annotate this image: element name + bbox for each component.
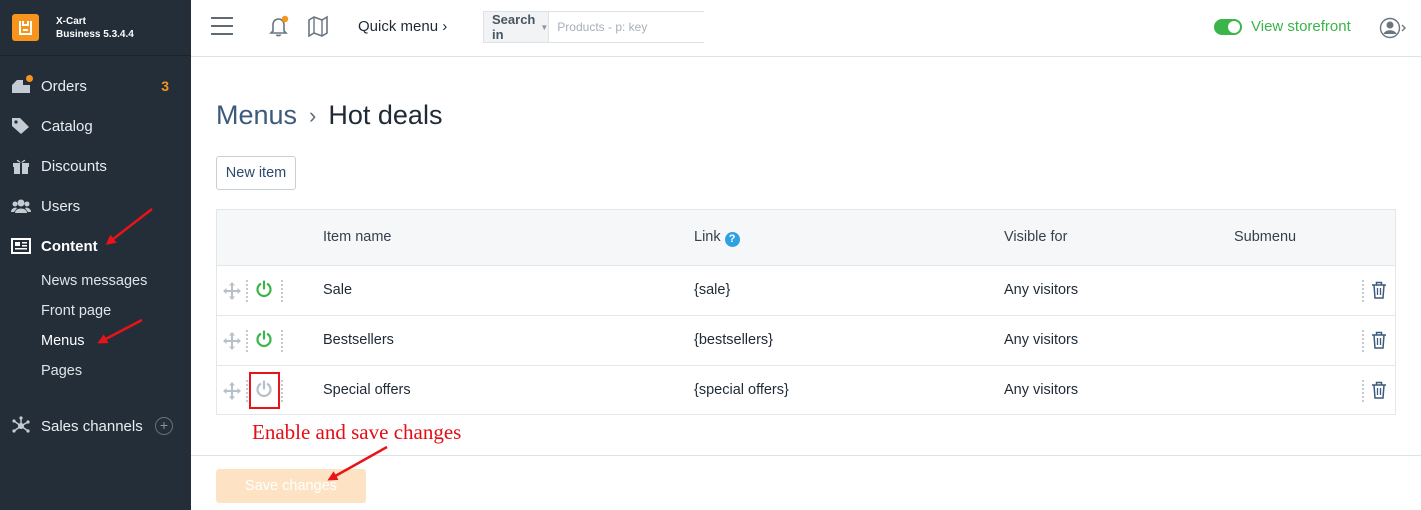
brand[interactable]: X-Cart Business 5.3.4.4: [0, 0, 191, 56]
sidebar-item-users[interactable]: Users: [0, 186, 191, 226]
column-link-label: Link: [694, 229, 721, 245]
table-row: Sale {sale} Any visitors: [217, 266, 1395, 316]
bell-icon[interactable]: [268, 15, 290, 42]
sidebar-subitem-news-messages[interactable]: News messages: [0, 266, 191, 296]
drag-handle-icon[interactable]: [223, 382, 241, 404]
xcart-logo-icon: [12, 14, 39, 41]
divider: [281, 330, 283, 352]
sidebar-item-label: Content: [41, 237, 98, 255]
table-row: Special offers {special offers} Any visi…: [217, 366, 1395, 416]
sidebar-item-orders[interactable]: Orders 3: [0, 66, 191, 106]
sidebar-item-sales-channels[interactable]: Sales channels +: [0, 406, 191, 446]
search-in-label: Search in: [492, 12, 536, 42]
table-row: Bestsellers {bestsellers} Any visitors: [217, 316, 1395, 366]
quick-menu-button[interactable]: Quick menu ›: [358, 18, 447, 35]
trash-icon[interactable]: [1371, 281, 1387, 303]
annotation-text: Enable and save changes: [252, 420, 462, 444]
sidebar-item-label: Sales channels: [41, 417, 143, 435]
map-icon[interactable]: [307, 15, 329, 42]
drag-handle-icon[interactable]: [223, 282, 241, 304]
save-changes-button[interactable]: Save changes: [216, 469, 366, 503]
network-icon: [11, 416, 31, 436]
search-box: Search in ▼: [483, 11, 713, 43]
page-title: Hot deals: [328, 100, 443, 130]
divider: [246, 280, 248, 302]
divider: [1362, 330, 1364, 352]
orders-count-badge: 3: [161, 78, 169, 94]
sidebar-subitem-pages[interactable]: Pages: [0, 356, 191, 386]
sidebar-item-label: Orders: [41, 77, 87, 95]
toggle-switch-icon[interactable]: [1214, 18, 1242, 35]
divider: [281, 380, 283, 402]
sidebar-item-label: Catalog: [41, 117, 93, 135]
new-item-button[interactable]: New item: [216, 156, 296, 190]
divider: [1362, 380, 1364, 402]
help-icon[interactable]: ?: [724, 232, 740, 247]
sidebar-nav: Orders 3 Catalog Discounts Users Content…: [0, 66, 191, 446]
brand-version: Business 5.3.4.4: [56, 28, 134, 40]
sidebar-item-label: Discounts: [41, 157, 107, 175]
item-visible-for: Any visitors: [1004, 332, 1079, 348]
item-name: Special offers: [323, 382, 411, 398]
sidebar-item-catalog[interactable]: Catalog: [0, 106, 191, 146]
item-link: {bestsellers}: [694, 332, 773, 348]
drag-handle-icon[interactable]: [223, 332, 241, 354]
users-icon: [11, 196, 31, 216]
column-link: Link?: [694, 229, 740, 247]
power-toggle-icon[interactable]: [255, 280, 273, 302]
item-link: {special offers}: [694, 382, 789, 398]
column-visible-for: Visible for: [1004, 229, 1068, 245]
sidebar-item-discounts[interactable]: Discounts: [0, 146, 191, 186]
divider: [281, 280, 283, 302]
footer-bar: Save changes: [191, 455, 1421, 510]
sidebar-item-content[interactable]: Content: [0, 226, 191, 266]
user-account-icon[interactable]: [1379, 17, 1407, 44]
trash-icon[interactable]: [1371, 331, 1387, 353]
tag-icon: [11, 116, 31, 136]
divider: [246, 330, 248, 352]
table-header: Item name Link? Visible for Submenu: [217, 210, 1395, 266]
item-visible-for: Any visitors: [1004, 382, 1079, 398]
search-in-dropdown[interactable]: Search in ▼: [484, 12, 550, 42]
orders-icon: [11, 75, 33, 96]
gift-icon: [11, 156, 31, 176]
item-name: Bestsellers: [323, 332, 394, 348]
notification-dot: [26, 75, 33, 82]
topbar: Quick menu › Search in ▼ View storefront: [191, 0, 1421, 57]
menu-items-table: Item name Link? Visible for Submenu Sale…: [216, 209, 1396, 415]
sidebar-subitem-menus[interactable]: Menus: [0, 326, 191, 356]
item-name: Sale: [323, 282, 353, 298]
search-input[interactable]: [549, 12, 713, 42]
item-link: {sale}: [694, 282, 731, 298]
sidebar-subitem-front-page[interactable]: Front page: [0, 296, 191, 326]
add-sales-channel-icon[interactable]: +: [155, 417, 173, 435]
divider: [246, 380, 248, 402]
sidebar-item-label: Users: [41, 197, 81, 215]
power-toggle-icon[interactable]: [255, 330, 273, 352]
annotation-highlight-box: [249, 372, 280, 409]
breadcrumb: Menus › Hot deals: [216, 100, 442, 131]
view-storefront-toggle[interactable]: View storefront: [1214, 18, 1351, 35]
menu-toggle-icon[interactable]: [211, 17, 233, 35]
trash-icon[interactable]: [1371, 381, 1387, 403]
brand-name: X-Cart: [56, 15, 87, 27]
column-submenu: Submenu: [1234, 229, 1297, 245]
breadcrumb-menus-link[interactable]: Menus: [216, 100, 297, 131]
divider: [1362, 280, 1364, 302]
view-storefront-link[interactable]: View storefront: [1251, 18, 1351, 35]
sidebar: X-Cart Business 5.3.4.4 Orders 3 Catalog…: [0, 0, 191, 510]
item-visible-for: Any visitors: [1004, 282, 1079, 298]
breadcrumb-separator: ›: [309, 102, 317, 128]
column-item-name: Item name: [323, 229, 392, 245]
newspaper-icon: [11, 236, 31, 256]
caret-down-icon: ▼: [540, 22, 549, 32]
